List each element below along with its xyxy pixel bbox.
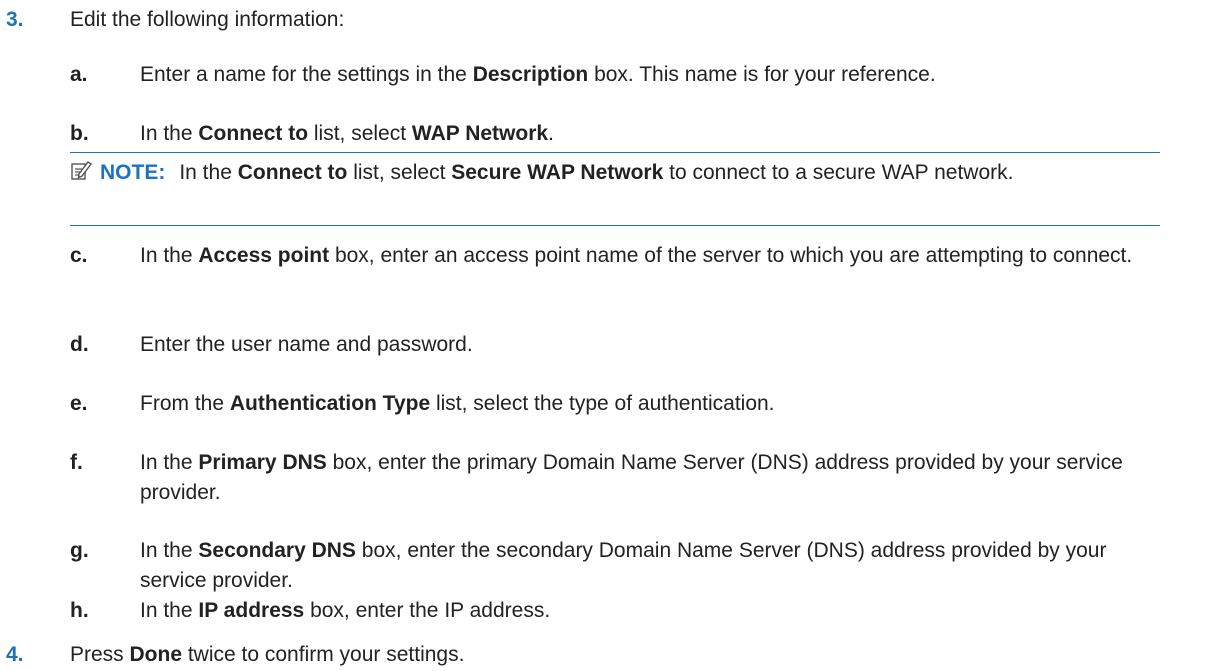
text-run: box, enter the IP address. — [304, 599, 551, 622]
bold-term: Done — [129, 643, 183, 666]
text-run: to connect to a secure WAP network. — [663, 161, 1014, 184]
substep-letter: a. — [70, 63, 88, 86]
note-text: NOTE: In the Connect to list, select Secu… — [70, 157, 1150, 188]
bold-term: IP address — [198, 599, 305, 622]
substep-letter: h. — [70, 599, 89, 622]
text-run: In the — [140, 599, 199, 622]
substep-letter: g. — [70, 539, 89, 562]
text-run: Enter a name for the settings in the — [140, 63, 473, 86]
bold-term: Description — [472, 63, 589, 86]
bold-term: Secondary DNS — [198, 539, 356, 562]
bold-term: Secure WAP Network — [451, 161, 664, 184]
substep-text: In the Connect to list, select WAP Netwo… — [140, 119, 1160, 149]
substep-letter: f. — [70, 451, 83, 474]
substep-text: From the Authentication Type list, selec… — [140, 389, 1160, 419]
step-text: Edit the following information: — [70, 8, 345, 31]
text-run: . — [548, 122, 554, 145]
step-number: 4. — [6, 643, 24, 666]
text-run: list, select — [308, 122, 412, 145]
bold-term: Connect to — [237, 161, 348, 184]
text-run: box, enter an access point name of the s… — [329, 244, 1133, 267]
step-number: 3. — [6, 8, 24, 31]
substep-letter: c. — [70, 244, 88, 267]
note-label: NOTE: — [100, 161, 166, 184]
text-run: Press — [70, 643, 130, 666]
text-run: list, select the type of authentication. — [430, 392, 775, 415]
substep-text: In the IP address box, enter the IP addr… — [140, 596, 1160, 626]
bold-term: Authentication Type — [229, 392, 431, 415]
bold-term: Primary DNS — [198, 451, 327, 474]
note-box: NOTE: In the Connect to list, select Secu… — [70, 152, 1160, 226]
text-run: In the — [179, 161, 238, 184]
document: 3. Edit the following information: a. En… — [0, 0, 1221, 671]
substep-text: In the Access point box, enter an access… — [140, 241, 1160, 271]
substep-text: In the Secondary DNS box, enter the seco… — [140, 536, 1160, 596]
substep-text: Enter a name for the settings in the Des… — [140, 60, 1160, 90]
bold-term: Access point — [198, 244, 330, 267]
text-run: twice to confirm your settings. — [182, 643, 465, 666]
substep-letter: d. — [70, 333, 89, 356]
text-run: box. This name is for your reference. — [588, 63, 936, 86]
text-run: From the — [140, 392, 230, 415]
bold-term: WAP Network — [411, 122, 549, 145]
substep-text: Enter the user name and password. — [140, 330, 1160, 360]
substep-text: In the Primary DNS box, enter the primar… — [140, 448, 1160, 508]
text-run: In the — [140, 451, 199, 474]
text-run: In the — [140, 122, 199, 145]
substep-letter: e. — [70, 392, 88, 415]
step-text: Press Done twice to confirm your setting… — [70, 640, 464, 670]
text-run: Enter the user name and password. — [140, 333, 473, 356]
bold-term: Connect to — [198, 122, 309, 145]
text-run: In the — [140, 539, 199, 562]
substep-letter: b. — [70, 122, 89, 145]
text-run: In the — [140, 244, 199, 267]
text-run: list, select — [347, 161, 452, 184]
